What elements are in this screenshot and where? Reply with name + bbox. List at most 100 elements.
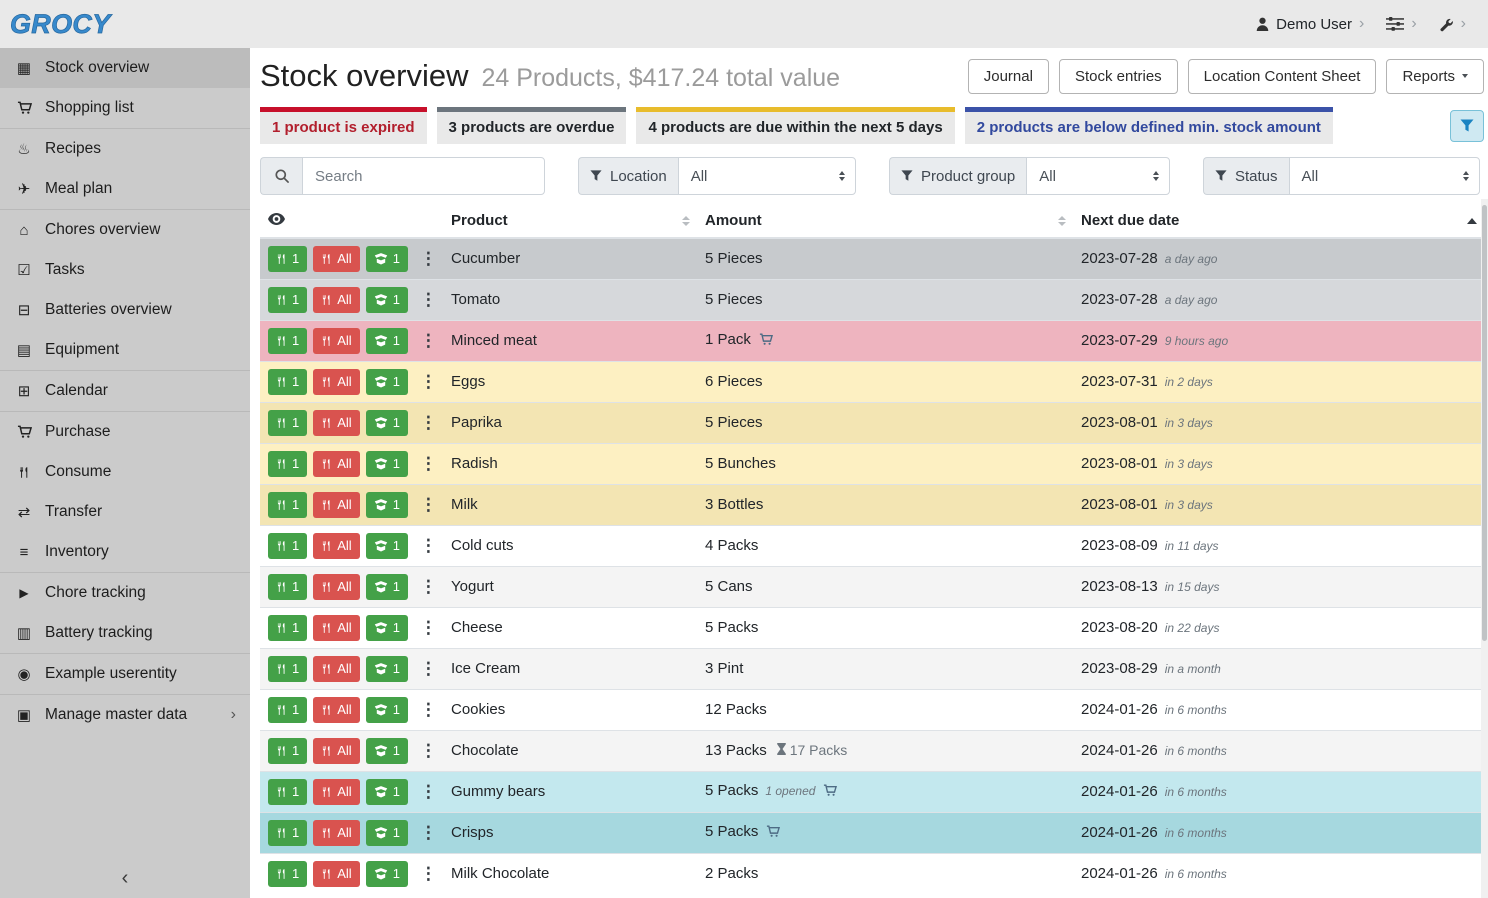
consume-one-button[interactable]: 1 bbox=[268, 738, 307, 764]
consume-one-button[interactable]: 1 bbox=[268, 697, 307, 723]
banner-due-soon[interactable]: 4 products are due within the next 5 day… bbox=[636, 107, 954, 144]
consume-one-button[interactable]: 1 bbox=[268, 533, 307, 559]
settings-menu-button[interactable]: › bbox=[1386, 16, 1416, 32]
row-menu-button[interactable]: ⋮ bbox=[420, 537, 437, 554]
row-menu-button[interactable]: ⋮ bbox=[420, 783, 437, 800]
consume-one-button[interactable]: 1 bbox=[268, 451, 307, 477]
sidebar-item-meal-plan[interactable]: ✈Meal plan bbox=[0, 169, 250, 209]
sidebar-item-stock-overview[interactable]: ▦Stock overview bbox=[0, 48, 250, 88]
consume-all-button[interactable]: All bbox=[313, 738, 359, 764]
open-one-button[interactable]: 1 bbox=[366, 533, 408, 559]
open-one-button[interactable]: 1 bbox=[366, 287, 408, 313]
consume-one-button[interactable]: 1 bbox=[268, 861, 307, 887]
reports-dropdown-button[interactable]: Reports bbox=[1386, 59, 1484, 94]
row-menu-button[interactable]: ⋮ bbox=[420, 496, 437, 513]
banner-expired[interactable]: 1 product is expired bbox=[260, 107, 427, 144]
consume-all-button[interactable]: All bbox=[313, 697, 359, 723]
consume-all-button[interactable]: All bbox=[313, 246, 359, 272]
vertical-scrollbar[interactable] bbox=[1481, 199, 1488, 898]
consume-one-button[interactable]: 1 bbox=[268, 328, 307, 354]
consume-all-button[interactable]: All bbox=[313, 861, 359, 887]
consume-all-button[interactable]: All bbox=[313, 574, 359, 600]
row-menu-button[interactable]: ⋮ bbox=[420, 455, 437, 472]
consume-all-button[interactable]: All bbox=[313, 287, 359, 313]
open-one-button[interactable]: 1 bbox=[366, 820, 408, 846]
column-header-amount[interactable]: Amount bbox=[697, 204, 1073, 238]
open-one-button[interactable]: 1 bbox=[366, 574, 408, 600]
journal-button[interactable]: Journal bbox=[968, 59, 1049, 94]
sidebar-item-example-userentity[interactable]: ◉Example userentity bbox=[0, 654, 250, 694]
open-one-button[interactable]: 1 bbox=[366, 410, 408, 436]
row-menu-button[interactable]: ⋮ bbox=[420, 742, 437, 759]
column-header-product[interactable]: Product bbox=[443, 204, 697, 238]
consume-all-button[interactable]: All bbox=[313, 451, 359, 477]
open-one-button[interactable]: 1 bbox=[366, 328, 408, 354]
consume-one-button[interactable]: 1 bbox=[268, 246, 307, 272]
row-menu-button[interactable]: ⋮ bbox=[420, 865, 437, 882]
row-menu-button[interactable]: ⋮ bbox=[420, 619, 437, 636]
sidebar-item-purchase[interactable]: Purchase bbox=[0, 412, 250, 452]
sidebar-item-equipment[interactable]: ▤Equipment bbox=[0, 330, 250, 370]
location-filter-select[interactable]: All bbox=[678, 157, 856, 195]
open-one-button[interactable]: 1 bbox=[366, 615, 408, 641]
consume-all-button[interactable]: All bbox=[313, 656, 359, 682]
location-content-sheet-button[interactable]: Location Content Sheet bbox=[1188, 59, 1377, 94]
consume-all-button[interactable]: All bbox=[313, 615, 359, 641]
search-input[interactable] bbox=[302, 157, 545, 195]
consume-all-button[interactable]: All bbox=[313, 492, 359, 518]
open-one-button[interactable]: 1 bbox=[366, 738, 408, 764]
consume-all-button[interactable]: All bbox=[313, 533, 359, 559]
consume-all-button[interactable]: All bbox=[313, 779, 359, 805]
sidebar-item-calendar[interactable]: ⊞Calendar bbox=[0, 371, 250, 411]
consume-all-button[interactable]: All bbox=[313, 369, 359, 395]
sidebar-item-manage-master-data[interactable]: ▣Manage master data› bbox=[0, 695, 250, 735]
consume-one-button[interactable]: 1 bbox=[268, 287, 307, 313]
consume-one-button[interactable]: 1 bbox=[268, 820, 307, 846]
sidebar-item-recipes[interactable]: ♨Recipes bbox=[0, 129, 250, 169]
row-menu-button[interactable]: ⋮ bbox=[420, 291, 437, 308]
consume-one-button[interactable]: 1 bbox=[268, 779, 307, 805]
open-one-button[interactable]: 1 bbox=[366, 246, 408, 272]
open-one-button[interactable]: 1 bbox=[366, 451, 408, 477]
consume-all-button[interactable]: All bbox=[313, 328, 359, 354]
open-one-button[interactable]: 1 bbox=[366, 656, 408, 682]
sidebar-item-inventory[interactable]: ≡Inventory bbox=[0, 532, 250, 572]
sidebar-item-shopping-list[interactable]: Shopping list bbox=[0, 88, 250, 128]
product-group-filter-select[interactable]: All bbox=[1026, 157, 1170, 195]
sidebar-item-transfer[interactable]: ⇄Transfer bbox=[0, 492, 250, 532]
filter-toggle-button[interactable] bbox=[1450, 110, 1484, 142]
user-menu-button[interactable]: Demo User › bbox=[1256, 16, 1364, 33]
sidebar-item-batteries-overview[interactable]: ⊟Batteries overview bbox=[0, 290, 250, 330]
banner-below-min-stock[interactable]: 2 products are below defined min. stock … bbox=[965, 107, 1333, 144]
consume-all-button[interactable]: All bbox=[313, 410, 359, 436]
consume-one-button[interactable]: 1 bbox=[268, 656, 307, 682]
open-one-button[interactable]: 1 bbox=[366, 369, 408, 395]
consume-all-button[interactable]: All bbox=[313, 820, 359, 846]
open-one-button[interactable]: 1 bbox=[366, 861, 408, 887]
sidebar-item-tasks[interactable]: ☑Tasks bbox=[0, 250, 250, 290]
column-header-next-due-date[interactable]: Next due date bbox=[1073, 204, 1484, 238]
sidebar-item-battery-tracking[interactable]: ▥Battery tracking bbox=[0, 613, 250, 653]
consume-one-button[interactable]: 1 bbox=[268, 574, 307, 600]
admin-menu-button[interactable]: › bbox=[1439, 16, 1466, 32]
eye-icon[interactable] bbox=[268, 213, 285, 225]
row-menu-button[interactable]: ⋮ bbox=[420, 578, 437, 595]
row-menu-button[interactable]: ⋮ bbox=[420, 250, 437, 267]
sidebar-item-chore-tracking[interactable]: ▶Chore tracking bbox=[0, 573, 250, 613]
consume-one-button[interactable]: 1 bbox=[268, 615, 307, 641]
open-one-button[interactable]: 1 bbox=[366, 697, 408, 723]
sidebar-item-consume[interactable]: Consume bbox=[0, 452, 250, 492]
consume-one-button[interactable]: 1 bbox=[268, 410, 307, 436]
banner-overdue[interactable]: 3 products are overdue bbox=[437, 107, 627, 144]
sidebar-item-chores-overview[interactable]: ⌂Chores overview bbox=[0, 210, 250, 250]
app-logo[interactable]: GROCY bbox=[10, 9, 111, 40]
stock-entries-button[interactable]: Stock entries bbox=[1059, 59, 1178, 94]
scrollbar-thumb[interactable] bbox=[1482, 205, 1487, 641]
row-menu-button[interactable]: ⋮ bbox=[420, 332, 437, 349]
row-menu-button[interactable]: ⋮ bbox=[420, 824, 437, 841]
consume-one-button[interactable]: 1 bbox=[268, 369, 307, 395]
sidebar-collapse-button[interactable]: ‹ bbox=[0, 867, 250, 890]
open-one-button[interactable]: 1 bbox=[366, 779, 408, 805]
row-menu-button[interactable]: ⋮ bbox=[420, 701, 437, 718]
consume-one-button[interactable]: 1 bbox=[268, 492, 307, 518]
